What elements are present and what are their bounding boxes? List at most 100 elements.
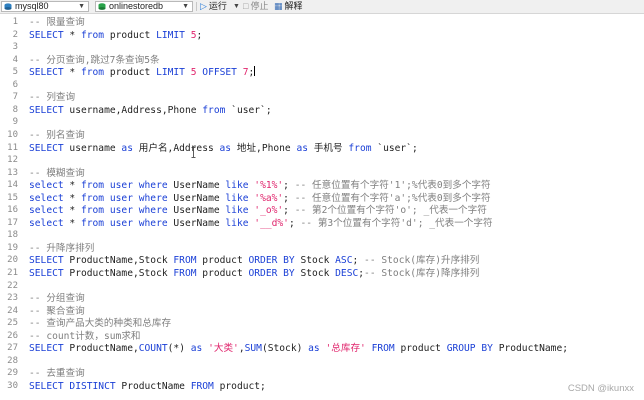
code-token: UserName [167,192,226,204]
code-line[interactable]: 21 SELECT ProductName,Stock FROM product … [0,267,644,280]
code-line[interactable]: 14 select * from user where UserName like… [0,179,644,192]
code-token: ; [352,255,365,267]
line-number: 11 [7,142,18,153]
code-token: Stock [294,268,336,279]
code-text[interactable]: SELECT ProductName,Stock FROM product OR… [29,254,479,267]
code-text[interactable]: -- 升降序排列 [29,242,94,255]
chevron-down-icon: ▼ [78,3,85,10]
code-line[interactable]: 25 -- 查询产品大类的种类和总库存 [0,317,644,330]
run-dropdown[interactable]: ▼ [233,1,240,12]
connection-select[interactable]: mysql80 ▼ [1,1,89,12]
code-line[interactable]: 17 select * from user where UserName like… [0,217,644,230]
line-number: 15 [7,192,18,203]
code-text[interactable]: -- 限量查询 [29,16,85,29]
code-text[interactable]: select * from user where UserName like '… [29,179,491,192]
code-text[interactable]: select * from user where UserName like '… [29,204,487,217]
code-token: -- 分页查询,跳过7条查询5条 [29,54,160,66]
code-token: FROM [173,268,197,279]
code-line[interactable]: 20 SELECT ProductName,Stock FROM product … [0,254,644,267]
code-text[interactable]: select * from user where UserName like '… [29,192,491,205]
code-line[interactable]: 27 SELECT ProductName,COUNT(*) as '大类',SU… [0,342,644,355]
code-token: -- 列查询 [29,92,76,104]
code-token: username [63,142,122,154]
code-line[interactable]: 28 [0,355,644,368]
database-select[interactable]: onlinestoredb ▼ [95,1,193,12]
database-icon [98,3,106,10]
code-text[interactable]: SELECT username,Address,Phone from `user… [29,104,272,117]
code-line[interactable]: 10 -- 别名查询 [0,129,644,142]
code-token: -- 任意位置有个字符'1';%代表0到多个字符 [294,180,491,192]
code-line[interactable]: 15 select * from user where UserName like… [0,192,644,205]
line-number: 3 [12,42,18,53]
code-token: like [225,192,249,204]
line-number: 17 [7,217,18,228]
code-text[interactable]: -- 去重查询 [29,367,85,380]
code-text[interactable]: SELECT DISTINCT ProductName FROM product… [29,380,266,393]
code-text[interactable]: SELECT ProductName,Stock FROM product OR… [29,267,479,280]
code-token: from [80,67,105,79]
code-line[interactable]: 4 -- 分页查询,跳过7条查询5条 [0,54,644,67]
code-line[interactable]: 2 SELECT * from product LIMIT 5; [0,29,644,42]
code-token: ORDER BY [248,268,295,279]
code-text[interactable]: -- 别名查询 [29,129,85,142]
code-token: (*) [167,343,191,355]
code-line[interactable]: 29 -- 去重查询 [0,367,644,380]
code-text[interactable]: -- 聚合查询 [29,305,85,318]
code-line[interactable]: 26 -- count计数，sum求和 [0,330,644,343]
code-text[interactable]: -- 分组查询 [29,292,85,305]
code-token: where [132,217,168,229]
code-line[interactable]: 5 SELECT * from product LIMIT 5 OFFSET 7; [0,66,644,79]
code-line[interactable]: 1 -- 限量查询 [0,16,644,29]
code-text[interactable]: SELECT * from product LIMIT 5 OFFSET 7; [29,66,256,79]
code-text[interactable]: -- 查询产品大类的种类和总库存 [29,317,171,330]
code-line[interactable]: 9 [0,116,644,129]
code-token: as [219,142,232,154]
code-line[interactable]: 16 select * from user where UserName like… [0,204,644,217]
code-token: -- count计数，sum求和 [29,330,141,342]
code-text[interactable]: SELECT * from product LIMIT 5; [29,29,202,42]
code-token: ProductName,Stock [63,255,174,267]
code-token: * [63,180,81,192]
code-line[interactable]: 3 [0,41,644,54]
line-number: 23 [7,293,18,304]
code-line[interactable]: 13 -- 模糊查询 [0,167,644,180]
code-token: FROM [365,343,395,355]
sql-editor[interactable]: 1 -- 限量查询 2 SELECT * from product LIMIT 5; 3… [0,14,644,400]
code-line[interactable]: 22 [0,280,644,293]
code-line[interactable]: 8 SELECT username,Address,Phone from `use… [0,104,644,117]
code-line[interactable]: 11 SELECT username as 用户名,Address as 地址,P… [0,142,644,155]
code-token: user [104,205,133,217]
code-token: UserName [167,205,226,217]
code-token: FROM [190,380,214,392]
code-line[interactable]: 7 -- 列查询 [0,91,644,104]
code-line[interactable]: 12 [0,154,644,167]
code-token: `user`; [371,142,418,154]
mysql-connection-icon [4,3,12,10]
explain-icon: ▦ [274,1,283,11]
code-line[interactable]: 24 -- 聚合查询 [0,305,644,318]
code-line[interactable]: 18 [0,229,644,242]
code-text[interactable]: -- count计数，sum求和 [29,330,141,343]
line-number: 28 [7,355,18,366]
explain-button[interactable]: ▦ 解释 [274,1,303,12]
code-text[interactable]: select * from user where UserName like '… [29,217,493,230]
code-token: ProductName,Stock [63,268,174,279]
code-token: GROUP BY [446,343,493,355]
code-token: SELECT [29,29,64,41]
code-line[interactable]: 6 [0,79,644,92]
code-line[interactable]: 30 SELECT DISTINCT ProductName FROM produ… [0,380,644,393]
code-token: 地址,Phone [231,142,297,154]
code-text[interactable]: SELECT ProductName,COUNT(*) as '大类',SUM(… [29,342,568,355]
stop-button[interactable]: □ 停止 [243,1,268,12]
code-token: from [80,217,105,229]
code-text[interactable]: -- 分页查询,跳过7条查询5条 [29,54,160,67]
code-text[interactable]: -- 模糊查询 [29,167,85,180]
line-number: 12 [7,155,18,166]
run-button[interactable]: ▷ 运行 [200,1,227,12]
code-token: as [296,142,309,154]
code-line[interactable]: 19 -- 升降序排列 [0,242,644,255]
code-text[interactable]: SELECT username as 用户名,Address as 地址,Pho… [29,142,418,155]
code-text[interactable]: -- 列查询 [29,91,75,104]
code-line[interactable]: 23 -- 分组查询 [0,292,644,305]
code-token: from [80,192,105,204]
